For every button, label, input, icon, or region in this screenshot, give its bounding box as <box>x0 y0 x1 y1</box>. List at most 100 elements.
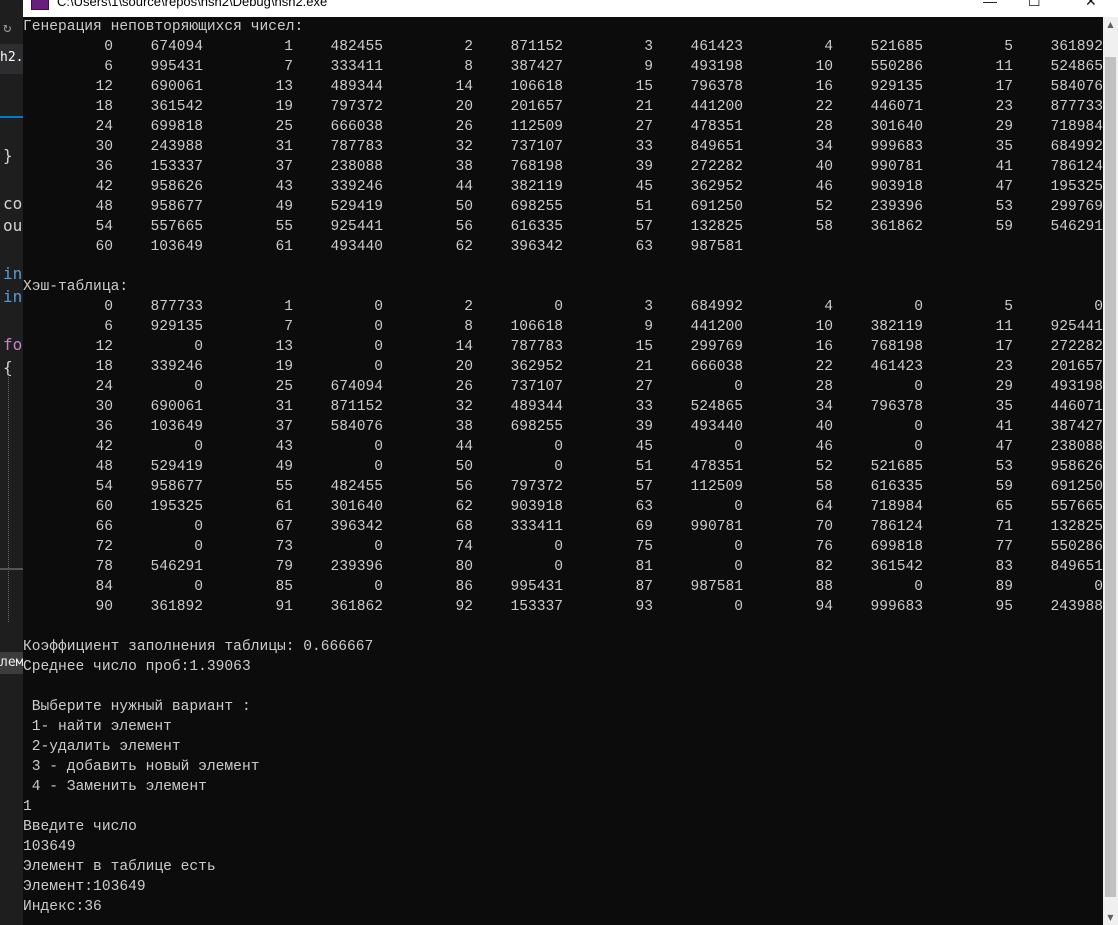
cell-value: 990781 <box>870 159 923 175</box>
cell-index: 23 <box>995 359 1013 375</box>
hash-table-row: 66 0 67 396342 68 333411 69 990781 70 786124 71 132… <box>23 517 1103 537</box>
console-title-bar[interactable]: C:\Users\1\source\repos\hsh2\Debug\hsh2.… <box>23 0 1118 17</box>
scroll-down-arrow-icon[interactable]: ▼ <box>1103 910 1118 925</box>
hash-table-row: 24 0 25 674094 26 737107 27 0 28 0 29 493198 <box>23 377 1103 397</box>
menu-item-add: 3 - добавить новый элемент <box>23 759 260 775</box>
cell-index: 37 <box>275 419 293 435</box>
cell-index: 27 <box>635 379 653 395</box>
cell-value: 768198 <box>510 159 563 175</box>
cell-index: 56 <box>455 219 473 235</box>
cell-index: 55 <box>275 479 293 495</box>
cell-value: 361892 <box>1050 39 1103 55</box>
cell-index: 68 <box>455 519 473 535</box>
terminal-tab-label[interactable]: лемо <box>0 652 23 674</box>
menu-item-delete: 2-удалить элемент <box>23 739 181 755</box>
maximize-button[interactable]: ☐ <box>1028 0 1041 10</box>
cell-value: 690061 <box>150 79 203 95</box>
cell-value: 361542 <box>870 559 923 575</box>
cell-index: 34 <box>815 399 833 415</box>
cell-index: 49 <box>275 459 293 475</box>
user-number-input: 103649 <box>23 839 76 855</box>
cell-value: 925441 <box>330 219 383 235</box>
cell-index: 48 <box>95 199 113 215</box>
hash-table-row: 90 361892 91 361862 92 153337 93 0 94 999683 95 243… <box>23 597 1103 617</box>
editor-tab-label[interactable]: h2.c <box>0 50 23 65</box>
scroll-up-arrow-icon[interactable]: ▲ <box>1103 17 1118 32</box>
cell-index: 13 <box>275 339 293 355</box>
cell-index: 42 <box>95 439 113 455</box>
cell-value: 0 <box>554 459 563 475</box>
close-button[interactable]: ✕ <box>1085 0 1097 10</box>
generated-numbers-row: 0 674094 1 482455 2 871152 3 461423 4 521685 5 3618… <box>23 37 1103 57</box>
minimize-button[interactable]: — <box>983 0 997 9</box>
cell-index: 39 <box>635 159 653 175</box>
cell-index: 4 <box>824 39 833 55</box>
cell-value: 361542 <box>150 99 203 115</box>
cell-index: 1 <box>284 299 293 315</box>
cell-index: 16 <box>815 79 833 95</box>
cell-value: 195325 <box>150 499 203 515</box>
cell-value: 849651 <box>1050 559 1103 575</box>
cell-value: 0 <box>914 579 923 595</box>
cell-value: 0 <box>194 339 203 355</box>
cell-value: 339246 <box>330 179 383 195</box>
cell-index: 67 <box>275 519 293 535</box>
cell-index: 70 <box>815 519 833 535</box>
cell-value: 0 <box>734 599 743 615</box>
cell-value: 958677 <box>150 199 203 215</box>
cell-index: 25 <box>275 119 293 135</box>
cell-value: 387427 <box>510 59 563 75</box>
cell-index: 5 <box>1004 39 1013 55</box>
cell-value: 112509 <box>690 479 743 495</box>
cell-value: 0 <box>554 439 563 455</box>
cell-index: 16 <box>815 339 833 355</box>
cell-value: 995431 <box>510 579 563 595</box>
cell-value: 666038 <box>330 119 383 135</box>
cell-value: 103649 <box>150 419 203 435</box>
generated-numbers-row: 36 153337 37 238088 38 768198 39 272282 40 990781… <box>23 157 1103 177</box>
cell-value: 787783 <box>330 139 383 155</box>
cell-index: 59 <box>995 479 1013 495</box>
cell-index: 19 <box>275 99 293 115</box>
hash-table-row: 36 103649 37 584076 38 698255 39 493440 40 0 41 387… <box>23 417 1103 437</box>
cell-index: 42 <box>95 179 113 195</box>
cell-value: 201657 <box>1050 359 1103 375</box>
console-output[interactable]: Генерация неповторяющихся чисел: 0 674094… <box>23 17 1103 925</box>
cell-value: 995431 <box>150 59 203 75</box>
code-fragment: in <box>3 264 23 283</box>
hash-table-row: 78 546291 79 239396 80 0 81 0 82 361542 83 849651 <box>23 557 1103 577</box>
cell-value: 521685 <box>870 39 923 55</box>
code-fragment: fo <box>3 335 23 354</box>
hash-table-row: 60 195325 61 301640 62 903918 63 0 64 718984 65 557… <box>23 497 1103 517</box>
cell-index: 6 <box>104 319 113 335</box>
cell-index: 10 <box>815 59 833 75</box>
cell-index: 51 <box>635 459 653 475</box>
indent-guide <box>8 372 9 622</box>
editor-scroll-marker <box>0 568 23 570</box>
cell-index: 50 <box>455 459 473 475</box>
cell-value: 489344 <box>510 399 563 415</box>
cell-index: 43 <box>275 439 293 455</box>
cell-value: 797372 <box>510 479 563 495</box>
cell-index: 12 <box>95 339 113 355</box>
cell-index: 46 <box>815 179 833 195</box>
cell-value: 737107 <box>510 379 563 395</box>
console-scrollbar[interactable]: ▲ ▼ <box>1103 17 1118 925</box>
cell-index: 22 <box>815 359 833 375</box>
cell-value: 482455 <box>330 39 383 55</box>
cell-value: 272282 <box>690 159 743 175</box>
cell-value: 529419 <box>150 459 203 475</box>
cell-index: 38 <box>455 159 473 175</box>
cell-index: 62 <box>455 239 473 255</box>
cell-index: 82 <box>815 559 833 575</box>
cell-value: 493440 <box>690 419 743 435</box>
cell-index: 35 <box>995 399 1013 415</box>
cell-value: 446071 <box>1050 399 1103 415</box>
scrollbar-thumb[interactable] <box>1105 57 1116 897</box>
cell-value: 699818 <box>150 119 203 135</box>
cell-value: 529419 <box>330 199 383 215</box>
cell-value: 666038 <box>690 359 743 375</box>
cell-index: 57 <box>635 219 653 235</box>
cell-value: 958677 <box>150 479 203 495</box>
cell-value: 243988 <box>1050 599 1103 615</box>
